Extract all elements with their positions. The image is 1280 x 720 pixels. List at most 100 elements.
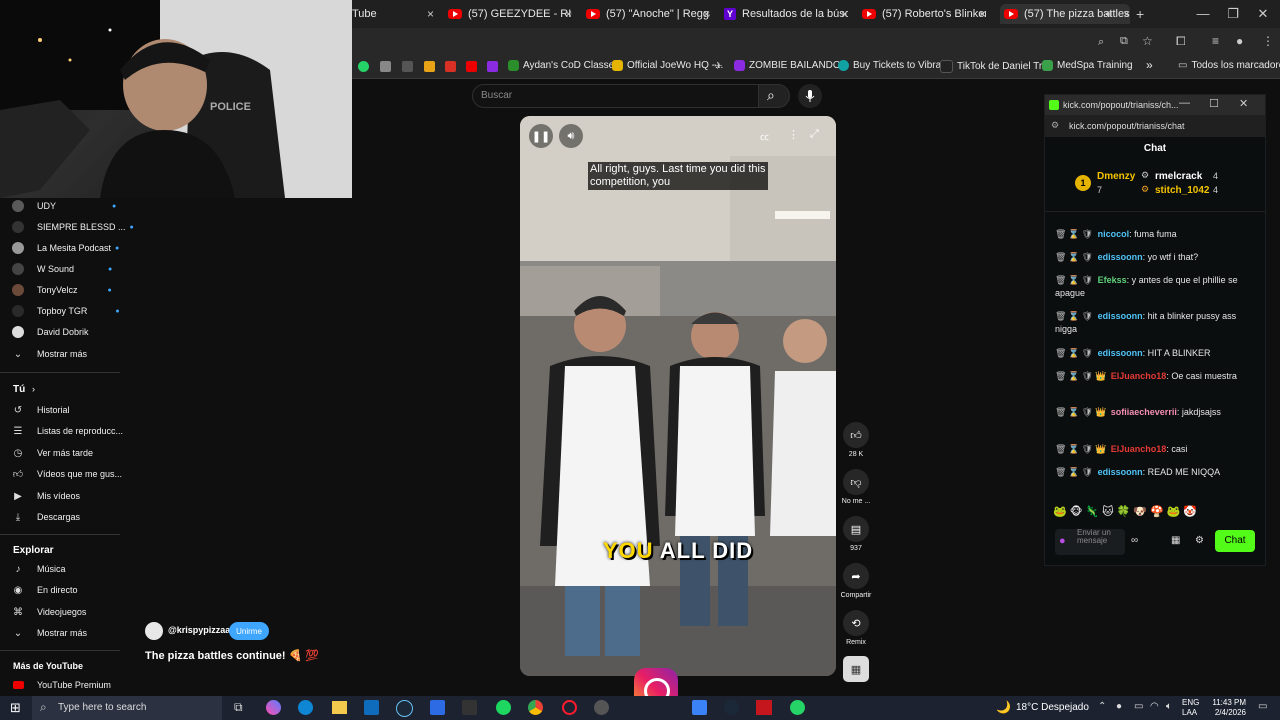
sidebar-item-gaming[interactable]: ⌘ Videojuegos [0, 602, 120, 622]
popup-url[interactable]: kick.com/popout/trianiss/chat [1069, 121, 1185, 131]
playlist-icon[interactable]: ≡ [1212, 34, 1219, 48]
show-more-button[interactable]: ⌄ Mostrar más [0, 344, 120, 364]
channel-avatar[interactable] [145, 622, 163, 640]
spotify-icon[interactable] [496, 700, 511, 715]
chat-input[interactable]: ● Enviar un mensaje [1055, 529, 1125, 555]
bookmark-item[interactable]: MedSpa Training [1042, 60, 1133, 71]
profile-icon[interactable]: ● [1236, 34, 1243, 48]
bookmark-item[interactable]: ZOMBIE BAILANDO... [734, 60, 849, 71]
bookmark-star-icon[interactable]: ☆ [1142, 34, 1153, 48]
gmail-icon[interactable] [445, 61, 456, 72]
edge-icon[interactable] [298, 700, 313, 715]
search-input[interactable]: Buscar [472, 84, 760, 108]
whatsapp-icon[interactable] [358, 61, 369, 72]
volume-icon[interactable]: 🔈︎ [1166, 701, 1172, 712]
weather-text[interactable]: 18°C Despejado [1016, 702, 1089, 713]
app-icon[interactable] [424, 61, 435, 72]
browser-tab[interactable]: Tube × [352, 4, 434, 24]
steam-icon[interactable] [396, 700, 413, 717]
link-icon[interactable]: ∞ [1131, 535, 1138, 546]
shorts-video-player[interactable] [520, 116, 836, 676]
minimize-icon[interactable]: — [1188, 6, 1218, 21]
close-window-icon[interactable]: ✕ [1248, 6, 1278, 22]
sidebar-subscription[interactable]: La Mesita Podcast ● [0, 238, 120, 258]
like-button[interactable]: 👍︎ 28 K [840, 422, 872, 458]
sidebar-subscription[interactable]: SIEMPRE BLESSD ... ● [0, 217, 134, 237]
chat-username[interactable]: edissoonn [1098, 467, 1143, 477]
task-view-icon[interactable]: ⧉ [234, 700, 243, 715]
remix-button[interactable]: ⟲ Remix [840, 610, 872, 646]
send-chat-button[interactable]: Chat [1215, 530, 1255, 552]
chat-username[interactable]: edissoonn [1098, 348, 1143, 358]
more-bookmarks-button[interactable]: » [1146, 58, 1153, 72]
twitch-icon[interactable] [487, 61, 498, 72]
sidebar-subscription[interactable]: Topboy TGR ● [0, 301, 120, 321]
app-icon[interactable] [756, 700, 772, 715]
sidebar-item-live[interactable]: ◉ En directo [0, 580, 120, 600]
captions-icon[interactable]: ㏄ [760, 130, 769, 143]
sidebar-item-liked[interactable]: 👍︎ Vídeos que me gus... [0, 464, 122, 484]
speaker-icon[interactable]: 🔊︎ [1106, 9, 1112, 20]
show-more-button[interactable]: ⌄ Mostrar más [0, 623, 120, 643]
wifi-icon[interactable]: ◠ [1150, 701, 1159, 712]
browser-tab[interactable]: (57) Roberto's Blinkerll # × [862, 4, 986, 24]
volume-button[interactable]: 🔊︎ [559, 124, 583, 148]
close-tab-icon[interactable]: × [979, 7, 986, 21]
search-button[interactable]: ⌕ [758, 84, 790, 108]
menu-icon[interactable]: ⋮ [1262, 34, 1274, 48]
more-options-icon[interactable]: ⋮ [788, 128, 799, 141]
chat-username[interactable]: edissoonn [1098, 252, 1143, 262]
opera-icon[interactable] [562, 700, 577, 715]
close-tab-icon[interactable]: × [841, 7, 848, 21]
sidebar-subscription[interactable]: TonyVelcz ● [0, 280, 120, 300]
bookmark-item[interactable]: TikTok de Daniel Tri... [940, 60, 1053, 73]
network-icon[interactable]: ▭ [1134, 701, 1143, 712]
copilot-icon[interactable] [266, 700, 281, 715]
shop-icon[interactable]: ▦ [1171, 535, 1180, 546]
epic-games-icon[interactable] [462, 700, 477, 715]
minimize-icon[interactable]: — [1179, 97, 1190, 109]
close-tab-icon[interactable]: × [1123, 7, 1130, 21]
sidebar-item-watch-later[interactable]: ◷ Ver más tarde [0, 443, 120, 463]
dislike-button[interactable]: 👎︎ No me ... [840, 469, 872, 505]
close-icon[interactable]: ✕ [1239, 97, 1248, 110]
join-button[interactable]: Unirme [229, 622, 269, 640]
sidebar-subscription[interactable]: W Sound ● [0, 259, 120, 279]
sidebar-item-premium[interactable]: YouTube Premium [0, 675, 120, 695]
all-bookmarks-button[interactable]: ▭ Todos los marcadores [1178, 60, 1280, 71]
emote-bar[interactable]: 🐸🐵🦎🐱🍀🐶🍄🐸🤡 [1045, 505, 1273, 525]
gear-icon[interactable]: ⚙ [1195, 535, 1204, 546]
close-tab-icon[interactable]: × [703, 7, 710, 21]
youtube-icon[interactable] [466, 61, 477, 72]
browser-tab[interactable]: (57) GEEZYDEE - RICO TO × [448, 4, 572, 24]
chat-username[interactable]: Efekss [1098, 275, 1127, 285]
maximize-icon[interactable]: ☐ [1209, 97, 1219, 110]
chat-username[interactable]: ElJuancho18 [1111, 371, 1167, 381]
sound-thumbnail[interactable]: ▦ [840, 656, 872, 685]
you-section-title[interactable]: Tú › [13, 384, 35, 395]
mic-tray-icon[interactable]: ● [1116, 701, 1122, 712]
chat-username[interactable]: nicocol [1098, 229, 1130, 239]
language-indicator[interactable]: ENG LAA [1182, 698, 1199, 718]
windows-start-icon[interactable]: ⊞ [10, 700, 21, 716]
sidebar-item-music[interactable]: ♪ Música [0, 559, 120, 579]
sidebar-subscription[interactable]: David Dobrik [0, 322, 120, 342]
app-icon[interactable] [402, 61, 413, 72]
share-button[interactable]: ➦ Compartir [840, 563, 872, 599]
chrome-icon[interactable] [528, 700, 543, 715]
voice-search-button[interactable] [798, 84, 822, 108]
fullscreen-icon[interactable]: ⤢ [810, 128, 819, 141]
taskbar-search-box[interactable]: ⌕ Type here to search [32, 696, 222, 720]
app-icon[interactable] [380, 61, 391, 72]
sidebar-subscription[interactable]: UDY ● [0, 196, 120, 216]
chat-username[interactable]: ElJuancho18 [1111, 444, 1167, 454]
clock[interactable]: 11:43 PM 2/4/2026 [1206, 698, 1246, 718]
tray-chevron-icon[interactable]: ⌃ [1098, 701, 1106, 712]
new-tab-button[interactable]: + [1136, 4, 1150, 24]
cast-icon[interactable]: ⧉ [1120, 35, 1128, 48]
browser-tab[interactable]: Y Resultados de la búsqued × [724, 4, 848, 24]
sidebar-item-my-videos[interactable]: ▶ Mis vídeos [0, 486, 120, 506]
maximize-icon[interactable]: ❐ [1218, 6, 1248, 22]
sidebar-item-history[interactable]: ↺ Historial [0, 400, 120, 420]
comments-button[interactable]: ▤ 937 [840, 516, 872, 552]
